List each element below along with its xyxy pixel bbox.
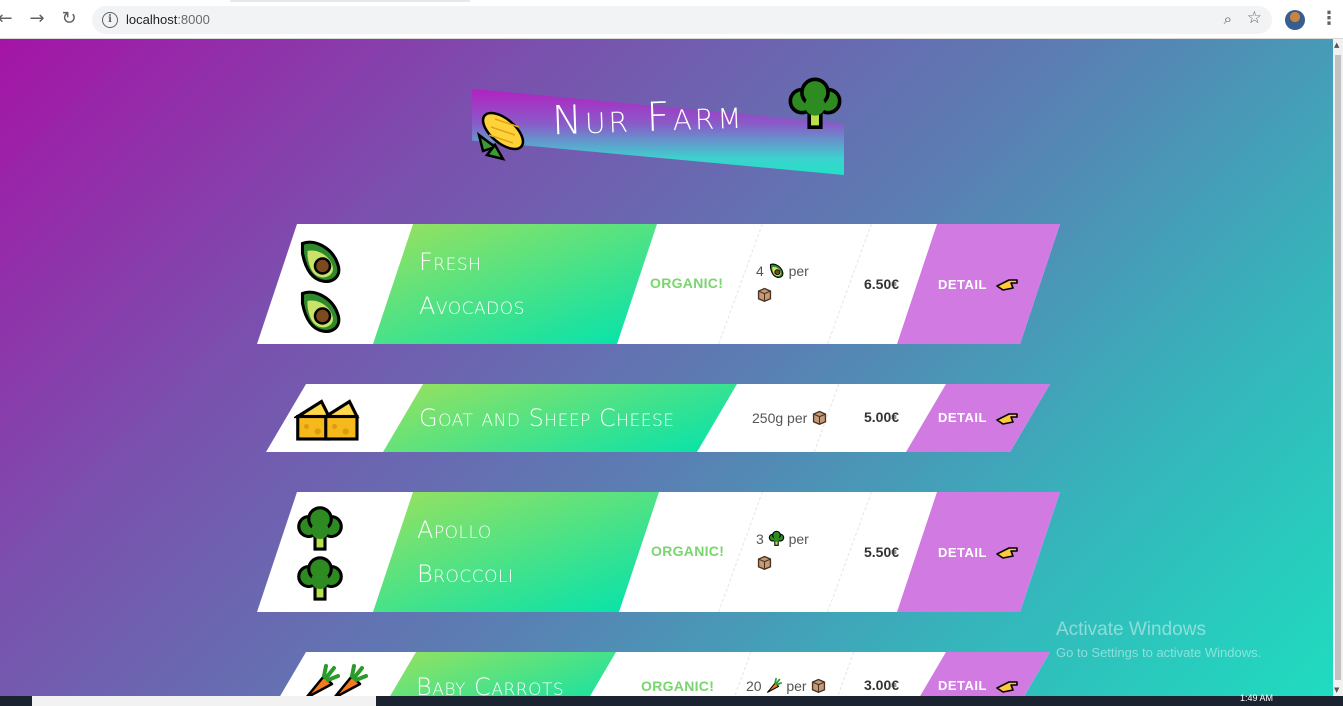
reload-button[interactable]: ↻ — [58, 8, 80, 30]
detail-label[interactable]: DETAIL — [938, 678, 987, 693]
address-bar[interactable]: i localhost:8000 ⌕ ☆ — [92, 6, 1272, 34]
product-name-line1: Fresh — [419, 248, 482, 276]
quantity-info: 250g per — [752, 406, 828, 430]
browser-toolbar: ← → ↻ i localhost:8000 ⌕ ☆ ⋮ — [0, 0, 1343, 39]
product-price: 3.00€ — [864, 677, 900, 693]
organic-badge: ORGANIC! — [650, 275, 724, 291]
bookmark-star-icon[interactable]: ☆ — [1247, 8, 1262, 28]
profile-avatar[interactable] — [1285, 10, 1305, 30]
avocado-icon — [295, 236, 345, 286]
activate-windows-subtitle: Go to Settings to activate Windows. — [1056, 645, 1262, 660]
broccoli-icon — [295, 554, 345, 604]
quantity-amount: 20 — [746, 678, 762, 694]
detail-label[interactable]: DETAIL — [938, 545, 987, 560]
scroll-thumb[interactable] — [1335, 55, 1341, 680]
back-button[interactable]: ← — [0, 8, 16, 30]
detail-label[interactable]: DETAIL — [938, 410, 987, 425]
avocado-icon — [768, 262, 785, 279]
site-title: Nur Farm — [551, 91, 746, 145]
site-info-icon[interactable]: i — [102, 12, 118, 28]
taskbar-search[interactable] — [32, 696, 376, 706]
quantity-info: 4 per — [756, 259, 809, 307]
product-name-line2: Broccoli — [417, 560, 514, 588]
carrot-icon — [765, 677, 782, 694]
product-name-block — [373, 492, 659, 612]
product-card-cheese[interactable]: Goat and Sheep Cheese 250g per 5.00€ DET… — [266, 384, 1050, 452]
pointing-hand-icon — [995, 676, 1019, 696]
pointing-hand-icon — [995, 274, 1019, 294]
broccoli-icon — [295, 504, 345, 554]
detail-label[interactable]: DETAIL — [938, 277, 987, 292]
zoom-icon[interactable]: ⌕ — [1224, 10, 1232, 28]
quantity-per: per — [786, 678, 807, 694]
menu-kebab-icon[interactable]: ⋮ — [1320, 8, 1338, 29]
box-icon — [756, 554, 773, 571]
cheese-icon — [322, 394, 372, 444]
product-name: Baby Carrots — [416, 673, 565, 696]
corn-icon — [473, 105, 529, 161]
product-card-carrots[interactable]: Baby Carrots ORGANIC! 20 per 3.00€ DETAI… — [266, 652, 1050, 696]
quantity-amount: 250g per — [752, 410, 808, 426]
quantity-info: 20 per — [746, 674, 827, 696]
broccoli-icon — [768, 530, 785, 547]
avocado-icon — [295, 286, 345, 336]
url-port: :8000 — [177, 12, 210, 27]
scroll-up-icon[interactable]: ▲ — [1334, 41, 1339, 49]
product-name-line1: Apollo — [417, 516, 492, 544]
product-price: 6.50€ — [864, 276, 900, 292]
organic-badge: ORGANIC! — [651, 543, 725, 559]
scroll-down-icon[interactable]: ▼ — [1334, 686, 1339, 694]
box-icon — [811, 409, 828, 426]
broccoli-logo-icon — [786, 75, 844, 133]
quantity-info: 3 per — [756, 527, 809, 575]
product-price: 5.00€ — [864, 409, 900, 425]
forward-button[interactable]: → — [26, 8, 48, 30]
pointing-hand-icon — [995, 408, 1019, 428]
url-host: localhost — [126, 12, 178, 27]
product-card-broccoli[interactable]: Apollo Broccoli ORGANIC! 3 per 5.50€ DET… — [257, 492, 1060, 612]
taskbar-clock: 1:49 AM — [1240, 693, 1274, 703]
quantity-per: per — [788, 263, 809, 279]
quantity-amount: 3 — [756, 531, 764, 547]
quantity-per: per — [788, 531, 809, 547]
page-scrollbar[interactable]: ▲ ▼ — [1333, 39, 1343, 696]
product-price: 5.50€ — [864, 544, 900, 560]
quantity-amount: 4 — [756, 263, 764, 279]
windows-taskbar: 1:49 AM — [0, 693, 1343, 706]
activate-windows-title: Activate Windows — [1056, 619, 1206, 640]
box-icon — [810, 677, 827, 694]
box-icon — [756, 286, 773, 303]
product-card-avocados[interactable]: Fresh Avocados ORGANIC! 4 per 6.50€ DETA… — [257, 224, 1060, 344]
page-viewport: Nur Farm Fresh Avocados ORGANIC! 4 per 6… — [0, 39, 1333, 696]
carrot-icon — [328, 662, 368, 696]
pointing-hand-icon — [995, 542, 1019, 562]
tab-edge — [230, 0, 470, 2]
product-name: Goat and Sheep Cheese — [419, 404, 675, 432]
product-name-line2: Avocados — [419, 292, 525, 320]
url-text[interactable]: localhost:8000 — [126, 12, 210, 27]
organic-badge: ORGANIC! — [641, 678, 715, 694]
